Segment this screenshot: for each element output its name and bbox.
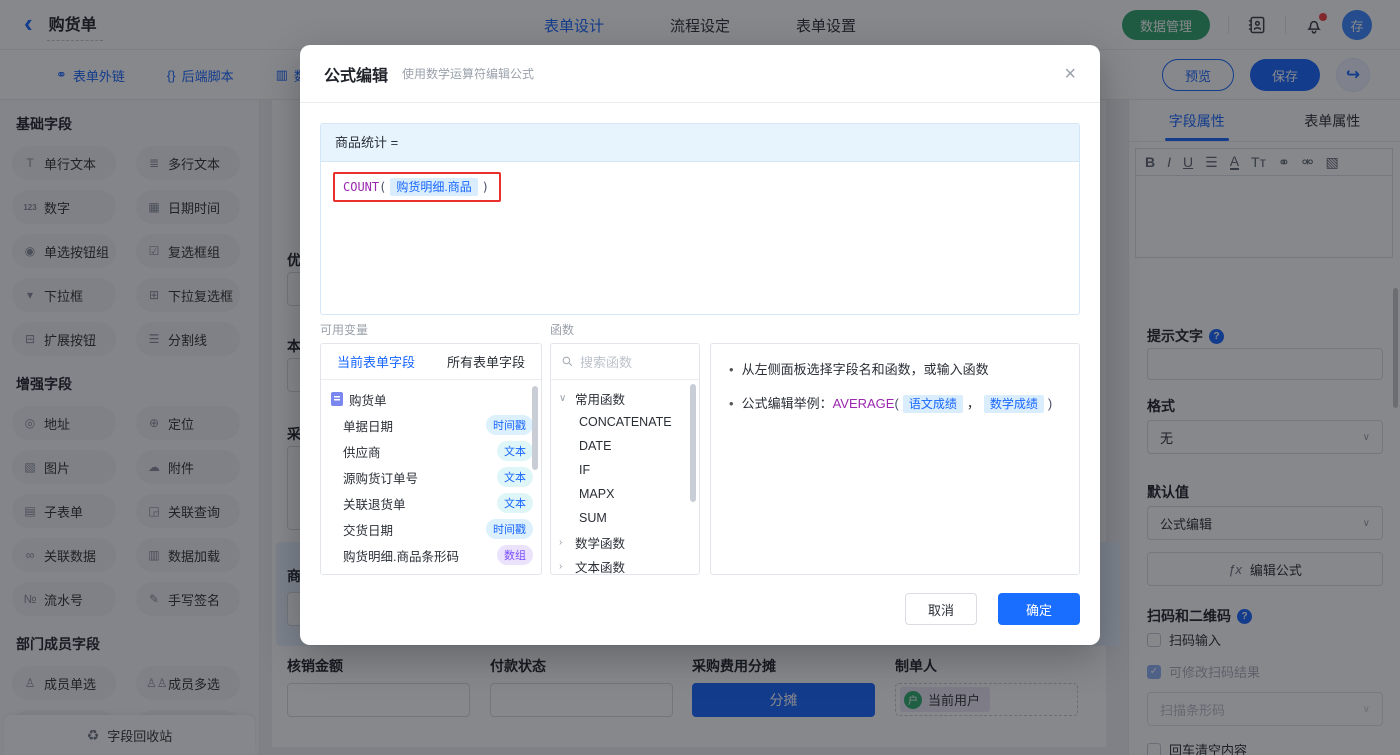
type-badge: 数组	[497, 545, 533, 565]
formula-field-chip: 购货明细.商品	[390, 178, 477, 196]
form-doc-icon	[331, 392, 343, 406]
function-item[interactable]: SUM	[551, 506, 699, 530]
variable-row[interactable]: 单据日期时间戳	[321, 412, 541, 438]
variable-row[interactable]: 交货日期时间戳	[321, 516, 541, 542]
example-field-chip: 语文成绩	[903, 395, 963, 413]
variable-row[interactable]: 购货明细.商品条形码数组	[321, 542, 541, 568]
tab-current-form-fields[interactable]: 当前表单字段	[321, 344, 431, 379]
variable-tree-root[interactable]: 购货单	[321, 386, 541, 412]
scrollbar-thumb[interactable]	[690, 384, 696, 502]
cancel-button[interactable]: 取消	[905, 593, 977, 625]
example-function-name: AVERAGE	[833, 396, 895, 411]
variable-row[interactable]: 供应商文本	[321, 438, 541, 464]
annotation-highlight-box: COUNT(购货明细.商品)	[333, 172, 501, 202]
type-badge: 时间戳	[486, 415, 533, 435]
type-badge: 文本	[497, 467, 533, 487]
confirm-button[interactable]: 确定	[998, 593, 1080, 625]
function-search-input[interactable]: 搜索函数	[551, 344, 699, 380]
function-item[interactable]: DATE	[551, 434, 699, 458]
type-badge: 文本	[497, 493, 533, 513]
function-group-common[interactable]: ∨常用函数	[551, 386, 699, 410]
formula-editor: 商品统计 = COUNT(购货明细.商品)	[320, 123, 1080, 315]
formula-target-field: 商品统计 =	[321, 124, 1079, 162]
functions-label: 函数	[550, 321, 574, 338]
function-item[interactable]: IF	[551, 458, 699, 482]
variable-row[interactable]: 关联退货单文本	[321, 490, 541, 516]
type-badge: 文本	[497, 441, 533, 461]
formula-input-area[interactable]: COUNT(购货明细.商品)	[321, 162, 1079, 212]
function-item[interactable]: CONCATENATE	[551, 410, 699, 434]
caret-right-icon: ›	[559, 561, 569, 572]
search-placeholder: 搜索函数	[580, 352, 632, 371]
type-badge: 时间戳	[486, 519, 533, 539]
formula-help-panel: • 从左侧面板选择字段名和函数，或输入函数 • 公式编辑举例：AVERAGE(语…	[710, 343, 1080, 575]
scrollbar-thumb[interactable]	[532, 386, 538, 470]
variable-row[interactable]: 源购货订单号文本	[321, 464, 541, 490]
help-tip-2: • 公式编辑举例：AVERAGE(语文成绩，数学成绩)	[729, 394, 1061, 414]
search-icon	[561, 355, 574, 368]
function-group-math[interactable]: ›数学函数	[551, 530, 699, 554]
help-tip-1: • 从左侧面板选择字段名和函数，或输入函数	[729, 360, 1061, 380]
variables-panel: 当前表单字段 所有表单字段 购货单 单据日期时间戳 供应商文本 源购货订单号文本…	[320, 343, 542, 575]
function-item[interactable]: MAPX	[551, 482, 699, 506]
dialog-title: 公式编辑	[324, 62, 388, 86]
dialog-subtitle: 使用数学运算符编辑公式	[402, 65, 534, 82]
caret-down-icon: ∨	[559, 393, 569, 404]
variables-label: 可用变量	[320, 321, 368, 338]
functions-panel: 搜索函数 ∨常用函数 CONCATENATE DATE IF MAPX SUM …	[550, 343, 700, 575]
formula-function-name: COUNT	[343, 180, 379, 194]
caret-right-icon: ›	[559, 537, 569, 548]
formula-edit-dialog: 公式编辑 使用数学运算符编辑公式 × 商品统计 = COUNT(购货明细.商品)…	[300, 45, 1100, 645]
tab-all-form-fields[interactable]: 所有表单字段	[431, 344, 541, 379]
app-window: ‹ 购货单 表单设计 流程设定 表单设置 数据管理 存 ⚭ 表单	[0, 0, 1400, 755]
close-icon[interactable]: ×	[1064, 64, 1076, 84]
function-group-text[interactable]: ›文本函数	[551, 554, 699, 575]
example-field-chip: 数学成绩	[984, 395, 1044, 413]
